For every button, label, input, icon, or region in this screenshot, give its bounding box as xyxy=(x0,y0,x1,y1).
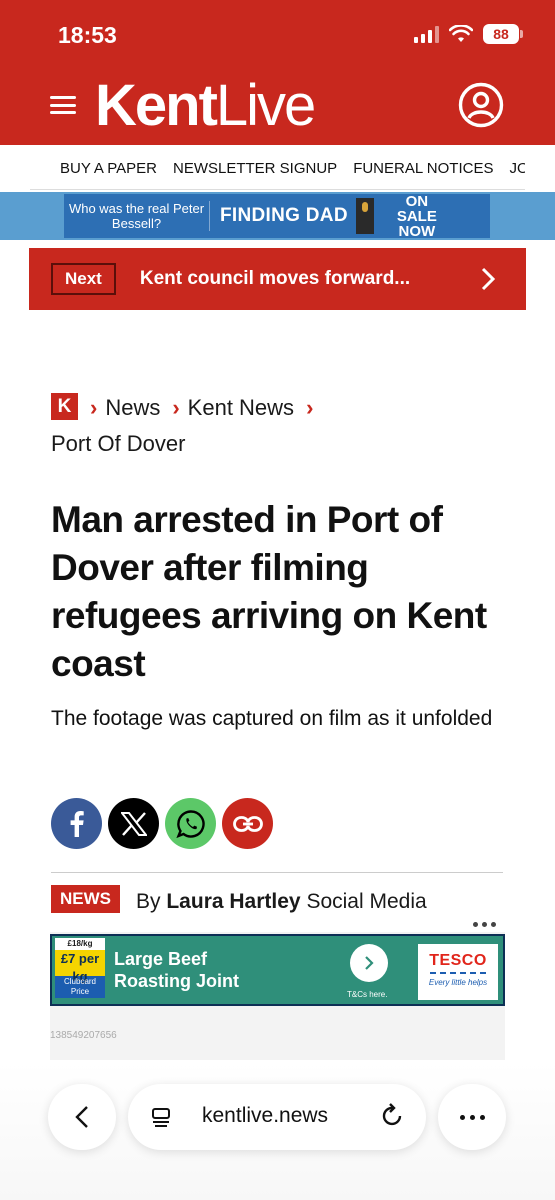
signal-icon xyxy=(414,25,439,43)
article-headline: Man arrested in Port of Dover after film… xyxy=(51,499,487,684)
ad-title: Large Beef Roasting Joint xyxy=(114,949,239,991)
x-icon xyxy=(120,811,147,836)
ad-options-icon[interactable] xyxy=(473,922,496,927)
byline: By Laura Hartley Social Media xyxy=(136,890,427,914)
breadcrumb-kent-news[interactable]: Kent News xyxy=(188,395,294,420)
link-icon xyxy=(232,815,263,832)
page-menu-icon[interactable] xyxy=(150,1106,172,1128)
promo-sale: ON SALE NOW xyxy=(396,192,437,240)
menu-icon[interactable] xyxy=(50,96,76,114)
author-role: Social Media xyxy=(306,890,427,913)
next-badge: Next xyxy=(51,263,116,295)
account-icon[interactable] xyxy=(458,82,504,128)
share-buttons xyxy=(51,798,273,849)
battery-icon: 88 xyxy=(483,24,523,44)
nav-buy-paper[interactable]: BUY A PAPER xyxy=(30,160,165,177)
wifi-icon xyxy=(449,25,473,42)
nav-newsletter[interactable]: NEWSLETTER SIGNUP xyxy=(165,160,345,177)
promo-title: FINDING DAD xyxy=(220,205,348,226)
nav-funeral-notices[interactable]: FUNERAL NOTICES xyxy=(345,160,501,177)
price-now: £7 per kg xyxy=(55,950,105,984)
reload-icon[interactable] xyxy=(380,1103,406,1131)
chevron-left-icon xyxy=(75,1106,88,1128)
price-tag: £18/kg £7 per kg Clubcard Price xyxy=(55,938,105,1002)
whatsapp-share-button[interactable] xyxy=(165,798,216,849)
status-time: 18:53 xyxy=(58,22,117,48)
next-article-title: Kent council moves forward... xyxy=(139,268,411,289)
facebook-icon xyxy=(70,810,84,837)
next-article-bar[interactable]: Next Kent council moves forward... xyxy=(29,248,526,310)
divider xyxy=(51,872,503,873)
nav-jobs[interactable]: JO xyxy=(501,160,525,177)
breadcrumb-home[interactable]: K xyxy=(51,393,78,420)
news-tag[interactable]: NEWS xyxy=(51,885,120,913)
byline-by: By xyxy=(136,890,161,913)
article-subheadline: The footage was captured on film as it u… xyxy=(51,707,493,730)
chevron-right-icon xyxy=(365,956,374,970)
chevron-right-icon xyxy=(481,267,496,291)
promo-banner[interactable]: Who was the real Peter Bessell? FINDING … xyxy=(0,192,555,240)
status-icons: 88 xyxy=(414,24,523,44)
tesco-tagline: Every little helps xyxy=(428,978,488,987)
chevron-right-icon: › xyxy=(90,395,98,420)
ad-terms[interactable]: T&Cs here. xyxy=(347,990,387,999)
x-share-button[interactable] xyxy=(108,798,159,849)
back-button[interactable] xyxy=(48,1084,116,1150)
promo-question: Who was the real Peter Bessell? xyxy=(64,201,210,231)
more-button[interactable] xyxy=(438,1084,506,1150)
top-nav: BUY A PAPER NEWSLETTER SIGNUP FUNERAL NO… xyxy=(30,148,525,190)
price-was: £18/kg xyxy=(55,938,105,950)
book-cover-icon xyxy=(355,198,374,234)
tesco-brand: TESCO xyxy=(429,952,487,969)
url-text[interactable]: kentlive.news xyxy=(202,1104,328,1128)
breadcrumb-port-of-dover[interactable]: Port Of Dover xyxy=(51,431,185,456)
breadcrumb-news[interactable]: News xyxy=(105,395,160,420)
site-logo[interactable]: KentLive xyxy=(95,72,316,139)
tesco-ad[interactable]: £18/kg £7 per kg Clubcard Price Large Be… xyxy=(50,934,505,1006)
chevron-right-icon: › xyxy=(172,395,180,420)
facebook-share-button[interactable] xyxy=(51,798,102,849)
breadcrumb: K › News › Kent News › Port Of Dover xyxy=(51,390,511,462)
ad-id: 138549207656 xyxy=(50,1030,117,1041)
tesco-logo: TESCO Every little helps xyxy=(418,944,498,1000)
whatsapp-icon xyxy=(175,809,205,838)
copy-link-button[interactable] xyxy=(222,798,273,849)
clubcard-label: Clubcard Price xyxy=(55,976,105,998)
ad-go-button[interactable] xyxy=(350,944,388,982)
address-bar[interactable]: kentlive.news xyxy=(128,1084,426,1150)
chevron-right-icon: › xyxy=(306,395,314,420)
author-name[interactable]: Laura Hartley xyxy=(166,890,300,913)
